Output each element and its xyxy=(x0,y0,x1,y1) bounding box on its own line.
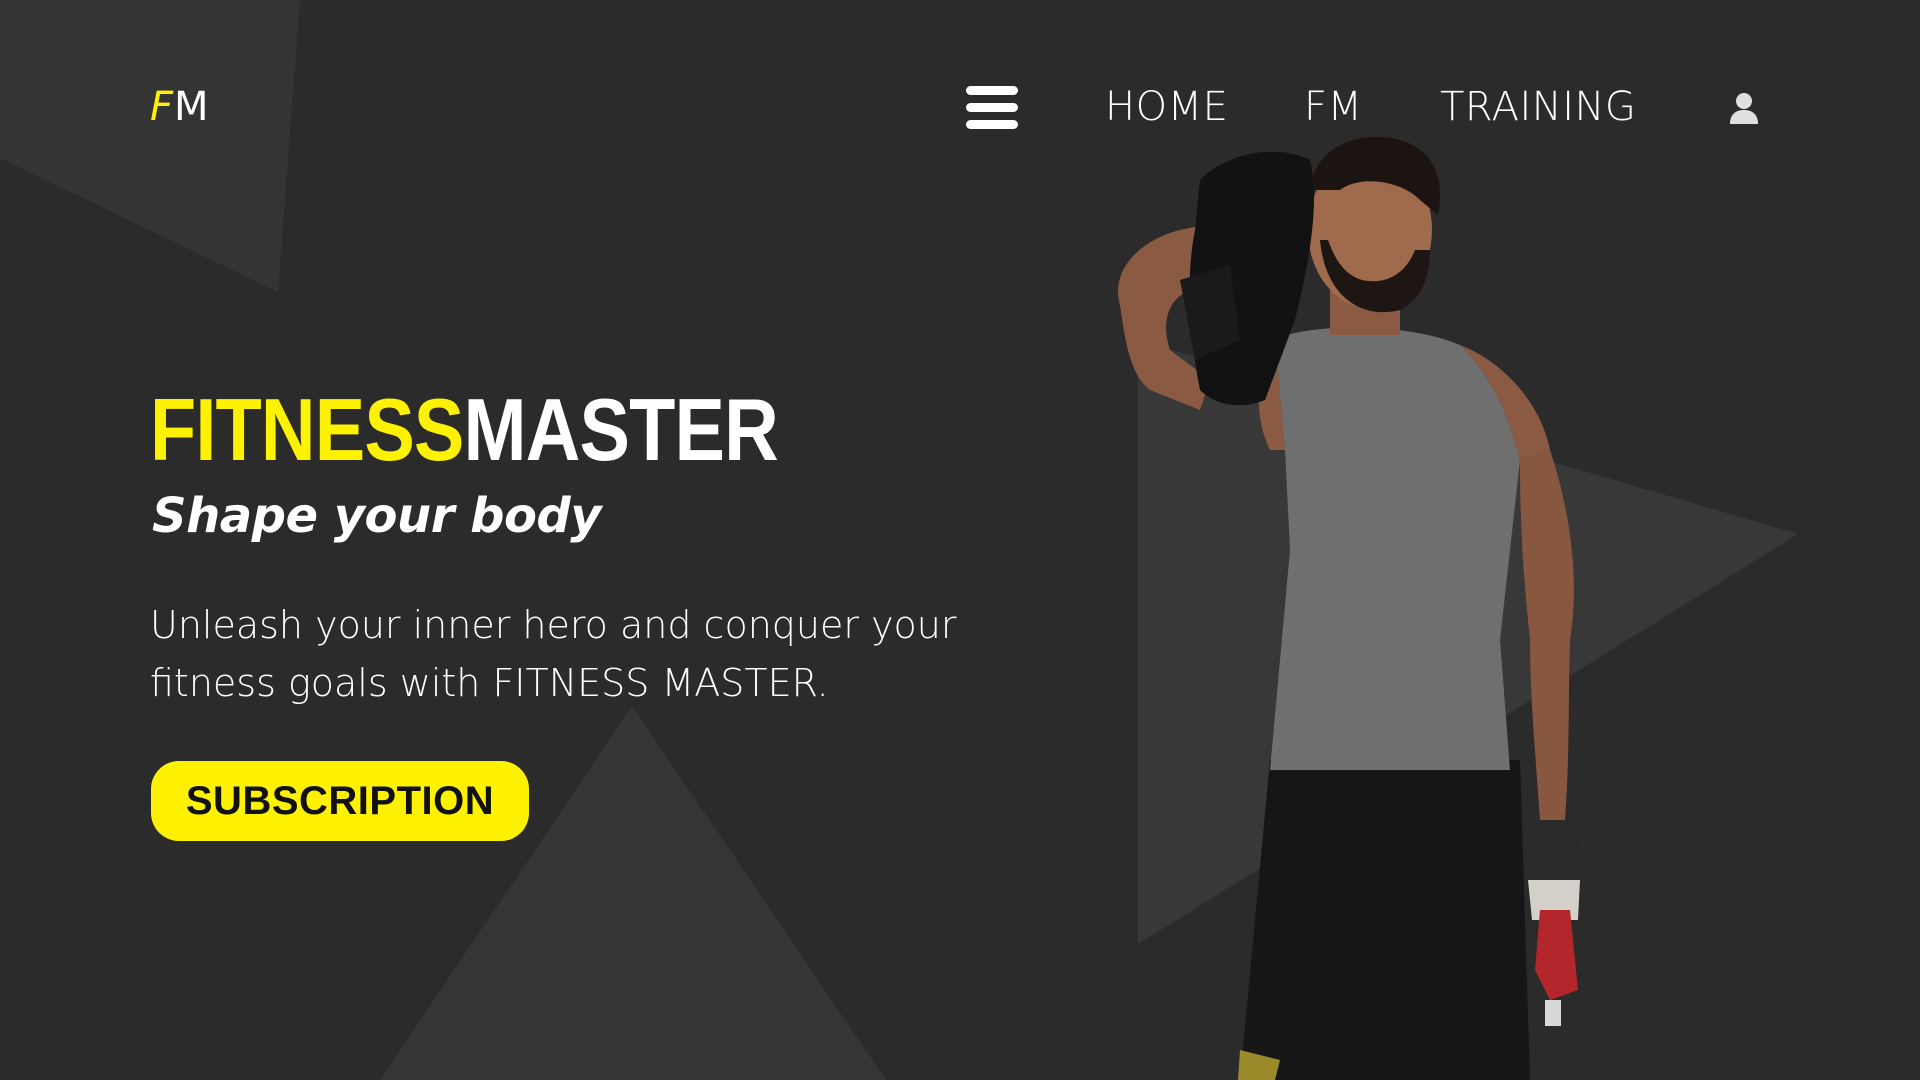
athlete-photo xyxy=(1118,137,1582,1080)
hero-description-line-1: Unleash your inner hero and conquer your xyxy=(150,603,957,647)
hero-tagline: Shape your body xyxy=(152,488,602,544)
hamburger-menu-icon[interactable] xyxy=(966,86,1018,130)
hero-title-master: MASTER xyxy=(463,380,779,479)
nav-link-training[interactable]: TRAINING xyxy=(1440,82,1636,132)
nav-link-home[interactable]: HOME xyxy=(1105,82,1228,132)
bg-triangle-top-left xyxy=(0,0,300,292)
user-icon[interactable] xyxy=(1726,90,1762,126)
hero-description-line-2: fitness goals with FITNESS MASTER. xyxy=(150,661,829,705)
hero-title-fitness: FITNESS xyxy=(150,380,464,479)
subscription-button[interactable]: SUBSCRIPTION xyxy=(151,761,529,841)
nav-link-fm[interactable]: FM xyxy=(1304,82,1363,132)
hero-description: Unleash your inner hero and conquer your… xyxy=(150,596,1010,712)
hero-title: FITNESSMASTER xyxy=(150,380,779,480)
top-nav: HOME FM TRAINING xyxy=(0,82,1920,132)
